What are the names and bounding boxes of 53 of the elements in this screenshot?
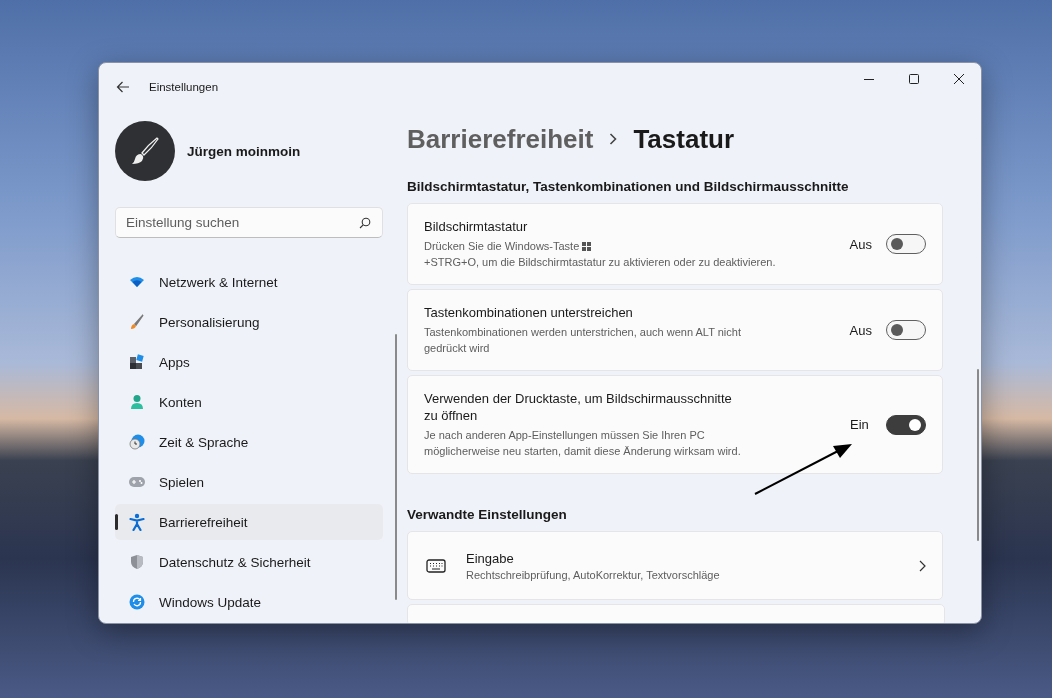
scrollbar[interactable]: [395, 334, 397, 600]
paintbrush-icon: [130, 136, 160, 166]
setting-title: Bildschirmtastatur: [424, 218, 529, 235]
window-title: Einstellungen: [149, 81, 220, 93]
globe-clock-icon: [129, 434, 145, 450]
accessibility-icon: [129, 513, 145, 531]
toggle-switch[interactable]: [886, 234, 926, 254]
link-title: Eingabe: [466, 550, 515, 566]
sidebar-item[interactable]: Barrierefreiheit: [115, 504, 383, 540]
sidebar-item[interactable]: Apps: [115, 344, 383, 380]
sidebar-item[interactable]: Datenschutz & Sicherheit: [115, 544, 383, 580]
setting-description: Drücken Sie die Windows-Taste: [424, 239, 580, 254]
toggle-switch[interactable]: [886, 320, 926, 340]
minimize-icon: [863, 78, 874, 80]
sidebar-item[interactable]: Personalisierung: [115, 304, 383, 340]
search-icon: [359, 217, 371, 229]
toggle-state-label: Ein: [850, 417, 870, 432]
chevron-icon: [609, 133, 618, 145]
wifi-icon: [129, 274, 145, 290]
setting-title: Tastenkombinationen unterstreichen: [424, 304, 634, 321]
setting-description: Tastenkombinationen werden unterstrichen, auch wenn ALT nicht gedrückt wird: [424, 326, 741, 354]
section-heading: Bildschirmtastatur, Tastenkombinationen und Bildschirmausschnitte: [407, 179, 850, 194]
toggle-switch[interactable]: [886, 414, 926, 435]
scrollbar[interactable]: [977, 369, 979, 541]
chevron-icon: [919, 559, 926, 572]
back-arrow-icon: [116, 81, 130, 93]
section-heading: Verwandte Einstellungen: [407, 507, 568, 522]
setting-description: +STRG+O, um die Bildschirmtastatur zu aktivieren oder zu deaktivieren.: [424, 255, 776, 270]
update-icon: [129, 594, 145, 610]
person-icon: [129, 394, 145, 410]
page-title: Tastatur: [633, 123, 735, 155]
brush-icon: [129, 314, 145, 330]
user-name: Jürgen moinmoin: [187, 143, 301, 159]
sidebar-item[interactable]: Zeit & Sprache: [115, 424, 383, 460]
sidebar-item[interactable]: Netzwerk & Internet: [115, 264, 383, 300]
close-icon: [953, 74, 964, 84]
sidebar-item[interactable]: Konten: [115, 384, 383, 420]
maximize-icon: [908, 74, 919, 84]
setting-title: Verwenden der Drucktaste, um Bildschirmausschnitte zu öffnen: [424, 390, 733, 424]
apps-icon: [129, 354, 145, 370]
keyboard-icon: [426, 558, 446, 573]
setting-description: Je nach anderen App-Einstellungen müssen Sie Ihren PC möglicherweise neu starten, damit diese Änderung wirksam wird.: [424, 429, 741, 457]
gamepad-icon: [128, 475, 146, 489]
windows-logo-icon: [582, 241, 592, 251]
link-description: Rechtschreibprüfung, AutoKorrektur, Textvorschläge: [466, 568, 721, 581]
sidebar-item[interactable]: Spielen: [115, 464, 383, 500]
toggle-state-label: Aus: [849, 322, 872, 338]
sidebar-item[interactable]: Windows Update: [115, 584, 383, 620]
shield-icon: [129, 554, 145, 570]
toggle-state-label: Aus: [849, 236, 872, 252]
related-setting-link[interactable]: Eingabe Rechtschreibprüfung, AutoKorrektur, Textvorschläge: [407, 531, 943, 600]
breadcrumb-parent[interactable]: Barrierefreiheit: [407, 123, 594, 155]
search-field[interactable]: Einstellung suchen: [115, 207, 383, 238]
